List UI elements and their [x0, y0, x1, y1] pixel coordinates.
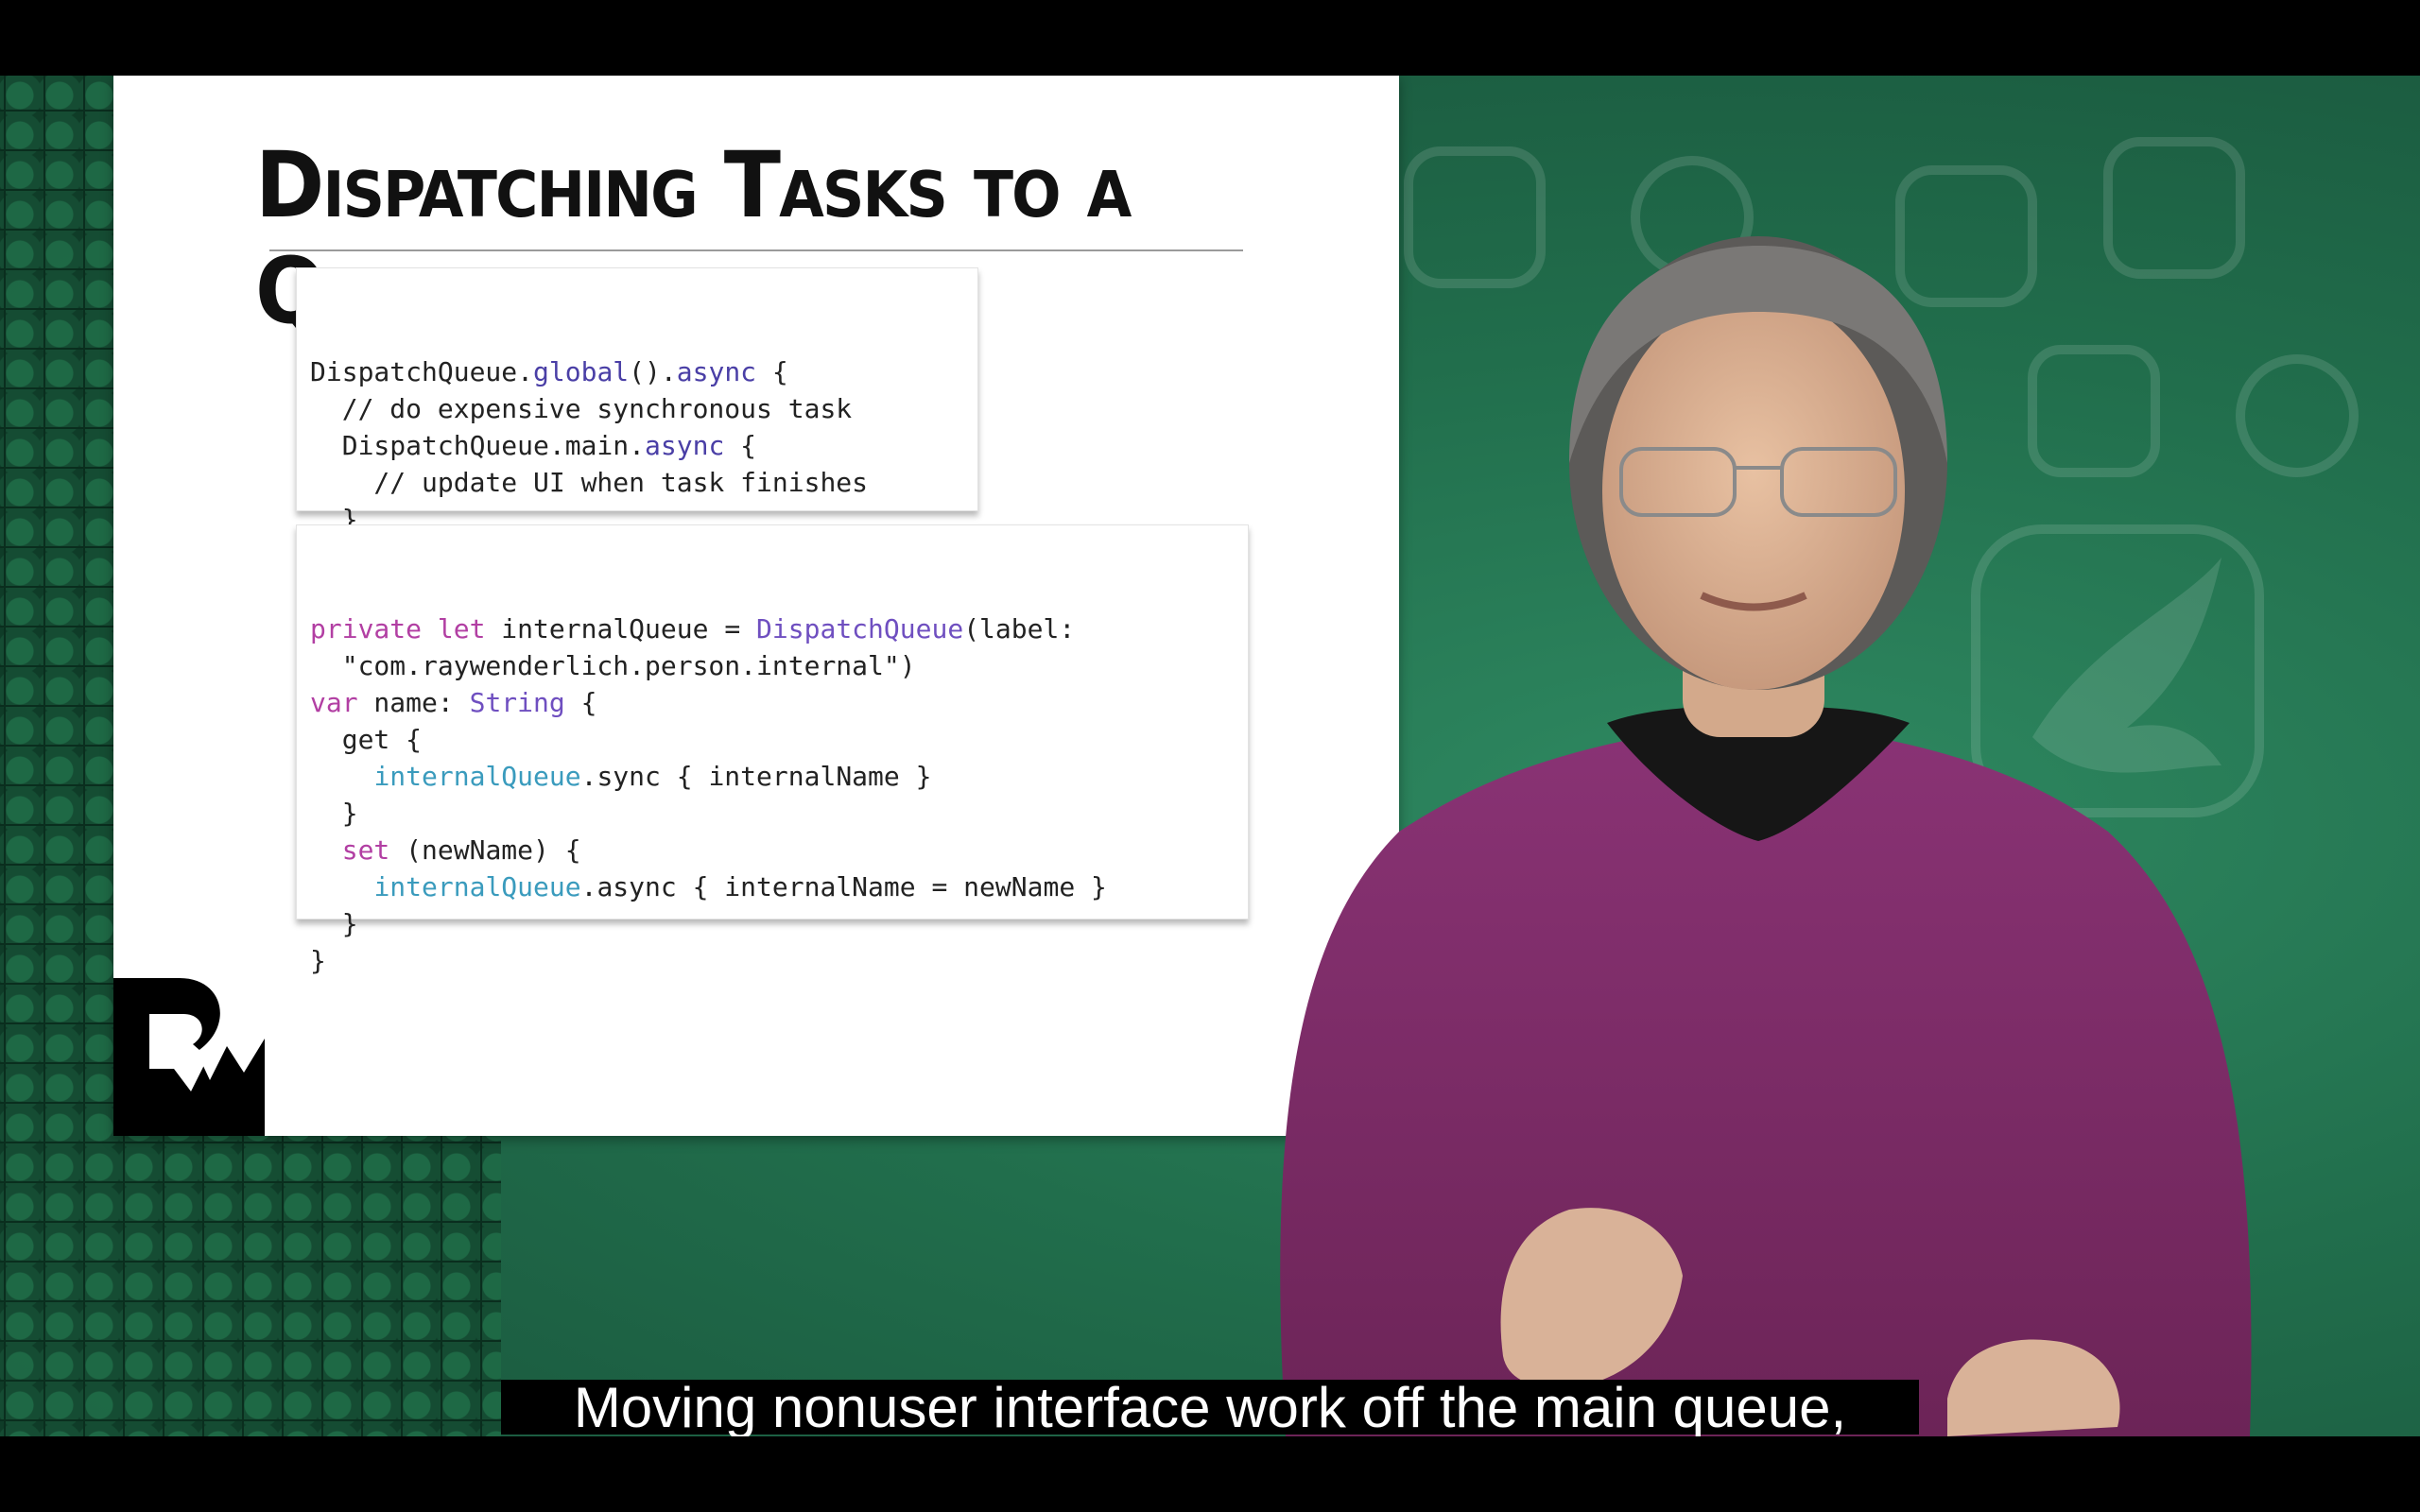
code-token: .sync { internalName } — [580, 761, 932, 792]
code-token: { — [564, 687, 597, 718]
code-token: global — [533, 356, 630, 387]
code-line: var name: String { — [310, 684, 1235, 721]
code-line: internalQueue.async { internalName = new… — [310, 868, 1235, 905]
code-line: get { — [310, 721, 1235, 758]
code-token: (). — [629, 356, 677, 387]
code-block-global-async: DispatchQueue.global().async { // do exp… — [296, 267, 978, 572]
code-token: } — [310, 798, 358, 829]
code-token: DispatchQueue.main. — [310, 430, 646, 461]
code-line: // do expensive synchronous task — [310, 390, 964, 427]
code-line: DispatchQueue.main.async { — [310, 427, 964, 464]
raywenderlich-logo-icon — [113, 978, 265, 1136]
presenter-video — [1280, 236, 2252, 1436]
code-token: // update UI when task finishes — [310, 467, 869, 498]
code-token: internalQueue = — [485, 613, 757, 644]
code-token: } — [310, 908, 358, 939]
letterbox-top — [0, 0, 2420, 76]
code-token: async — [645, 430, 725, 461]
slide-panel: Dispatching Tasks to a Queue DispatchQue… — [113, 76, 1399, 1136]
code-token: internalQueue — [373, 871, 581, 902]
code-token: let — [437, 613, 486, 644]
code-token: // do expensive synchronous task — [310, 393, 853, 424]
caption-text: Moving nonuser interface work off the ma… — [573, 1375, 1847, 1439]
code-line: } — [310, 905, 1235, 942]
code-token: internalQueue — [373, 761, 581, 792]
letterbox-bottom — [0, 1436, 2420, 1512]
video-frame: Dispatching Tasks to a Queue DispatchQue… — [0, 76, 2420, 1436]
code-token: String — [469, 687, 565, 718]
code-line: } — [310, 942, 1235, 979]
code-token: "com.raywenderlich.person.internal") — [310, 650, 916, 681]
code-token: DispatchQueue — [756, 613, 964, 644]
title-divider — [269, 249, 1243, 251]
caption-bar: Moving nonuser interface work off the ma… — [501, 1376, 1919, 1439]
code-token: private — [310, 613, 423, 644]
code-line: // update UI when task finishes — [310, 464, 964, 501]
code-token: { — [724, 430, 757, 461]
code-token: var — [310, 687, 358, 718]
code-line: DispatchQueue.global().async { — [310, 353, 964, 390]
code-token: set — [341, 834, 390, 866]
code-token: name: — [357, 687, 470, 718]
code-block-internal-queue: private let internalQueue = DispatchQueu… — [296, 524, 1249, 976]
code-token: .async { internalName = newName } — [580, 871, 1107, 902]
code-line: set (newName) { — [310, 832, 1235, 868]
code-token: DispatchQueue. — [310, 356, 534, 387]
code-line: private let internalQueue = DispatchQueu… — [310, 610, 1235, 647]
code-line: "com.raywenderlich.person.internal") — [310, 647, 1235, 684]
code-line: internalQueue.sync { internalName } — [310, 758, 1235, 795]
code-token: { — [756, 356, 788, 387]
code-token: (newName) { — [389, 834, 581, 866]
code-token: } — [310, 945, 326, 976]
code-line: } — [310, 795, 1235, 832]
code-token: async — [676, 356, 757, 387]
code-token: (label: — [963, 613, 1076, 644]
code-token: get { — [310, 724, 423, 755]
code-block-2-body: private let internalQueue = DispatchQueu… — [310, 610, 1235, 979]
